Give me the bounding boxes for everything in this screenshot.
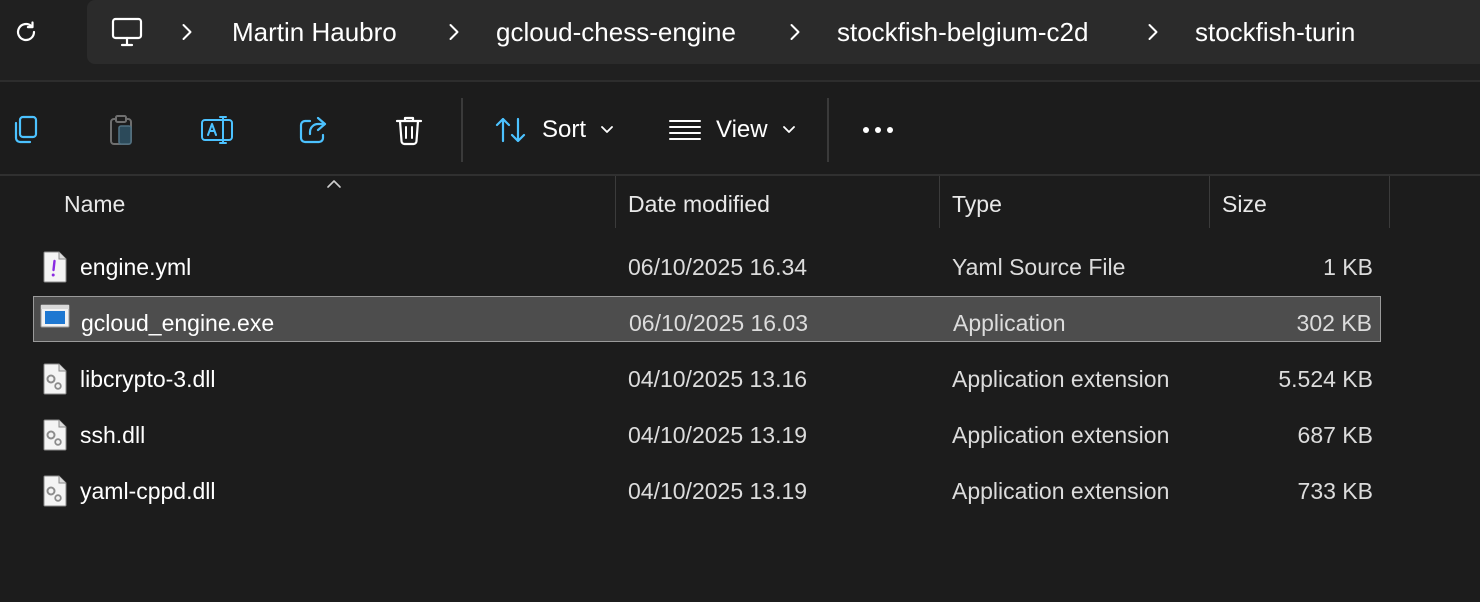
column-header-size[interactable]: Size (1222, 176, 1267, 228)
file-row[interactable]: engine.yml 06/10/2025 16.34 Yaml Source … (33, 244, 1381, 290)
column-header-type[interactable]: Type (952, 176, 1002, 228)
file-type: Application extension (952, 478, 1170, 504)
chevron-right-icon[interactable] (785, 0, 805, 64)
copy-button[interactable] (1, 106, 49, 154)
this-pc-icon[interactable] (109, 14, 145, 50)
breadcrumb-item-current[interactable]: stockfish-turin (1195, 0, 1355, 64)
refresh-button[interactable] (4, 10, 48, 54)
column-header-name[interactable]: Name (64, 176, 125, 228)
delete-icon (395, 116, 423, 146)
view-icon (669, 120, 701, 140)
paste-button[interactable] (97, 106, 145, 154)
view-button[interactable]: View (668, 106, 796, 154)
column-header-row: Name Date modified Type Size (0, 176, 1480, 228)
delete-button[interactable] (385, 106, 433, 154)
chevron-down-icon (601, 126, 613, 133)
rename-button[interactable] (193, 106, 241, 154)
share-button[interactable] (289, 106, 337, 154)
refresh-icon (16, 21, 36, 42)
copy-icon (14, 115, 38, 144)
column-header-date-modified[interactable]: Date modified (628, 176, 770, 228)
file-row[interactable]: ssh.dll 04/10/2025 13.19 Application ext… (33, 412, 1381, 458)
dll-file-icon (41, 475, 69, 507)
file-type: Yaml Source File (952, 254, 1126, 280)
file-type: Application (953, 310, 1066, 336)
file-name: yaml-cppd.dll (80, 478, 216, 504)
file-name: libcrypto-3.dll (80, 366, 216, 392)
sort-icon (495, 117, 526, 143)
file-date: 06/10/2025 16.03 (629, 310, 809, 336)
sort-ascending-icon (326, 176, 342, 194)
file-name: gcloud_engine.exe (81, 310, 275, 336)
more-options-button[interactable] (854, 106, 902, 154)
column-divider[interactable] (1389, 176, 1390, 228)
sort-label: Sort (542, 116, 587, 143)
file-size: 5.524 KB (1278, 366, 1373, 392)
yaml-file-icon (41, 251, 69, 283)
column-divider[interactable] (1209, 176, 1210, 228)
chevron-right-icon[interactable] (444, 0, 464, 64)
file-row[interactable]: yaml-cppd.dll 04/10/2025 13.19 Applicati… (33, 468, 1381, 514)
address-bar-region: Martin Haubro gcloud-chess-engine stockf… (0, 0, 1480, 80)
file-date: 06/10/2025 16.34 (628, 254, 808, 280)
file-date: 04/10/2025 13.19 (628, 422, 808, 448)
toolbar-separator (827, 98, 829, 162)
file-row-selected[interactable]: gcloud_engine.exe 06/10/2025 16.03 Appli… (33, 296, 1381, 342)
file-size: 302 KB (1296, 310, 1372, 336)
file-size: 687 KB (1297, 422, 1373, 448)
file-name: ssh.dll (80, 422, 146, 448)
file-size: 1 KB (1323, 254, 1373, 280)
dll-file-icon (41, 419, 69, 451)
file-row[interactable]: libcrypto-3.dll 04/10/2025 13.16 Applica… (33, 356, 1381, 402)
toolbar-separator (461, 98, 463, 162)
address-bar[interactable]: Martin Haubro gcloud-chess-engine stockf… (87, 0, 1480, 64)
file-date: 04/10/2025 13.16 (628, 366, 808, 392)
file-type: Application extension (952, 366, 1170, 392)
file-explorer-window: Martin Haubro gcloud-chess-engine stockf… (0, 0, 1480, 602)
more-options-icon (863, 127, 893, 133)
column-divider[interactable] (615, 176, 616, 228)
chevron-right-icon[interactable] (177, 0, 197, 64)
dll-file-icon (41, 363, 69, 395)
view-label: View (716, 116, 768, 143)
column-divider[interactable] (939, 176, 940, 228)
breadcrumb-item[interactable]: Martin Haubro (232, 0, 397, 64)
file-type: Application extension (952, 422, 1170, 448)
file-name: engine.yml (80, 254, 192, 280)
rename-icon (201, 116, 233, 144)
chevron-down-icon (782, 126, 795, 133)
breadcrumb-item[interactable]: stockfish-belgium-c2d (837, 0, 1088, 64)
application-icon (40, 303, 70, 335)
breadcrumb-item[interactable]: gcloud-chess-engine (496, 0, 736, 64)
command-bar: Sort View (0, 82, 1480, 174)
share-icon (299, 116, 327, 144)
paste-icon (110, 115, 132, 145)
file-date: 04/10/2025 13.19 (628, 478, 808, 504)
file-size: 733 KB (1297, 478, 1373, 504)
chevron-right-icon[interactable] (1143, 0, 1163, 64)
sort-button[interactable]: Sort (494, 106, 614, 154)
